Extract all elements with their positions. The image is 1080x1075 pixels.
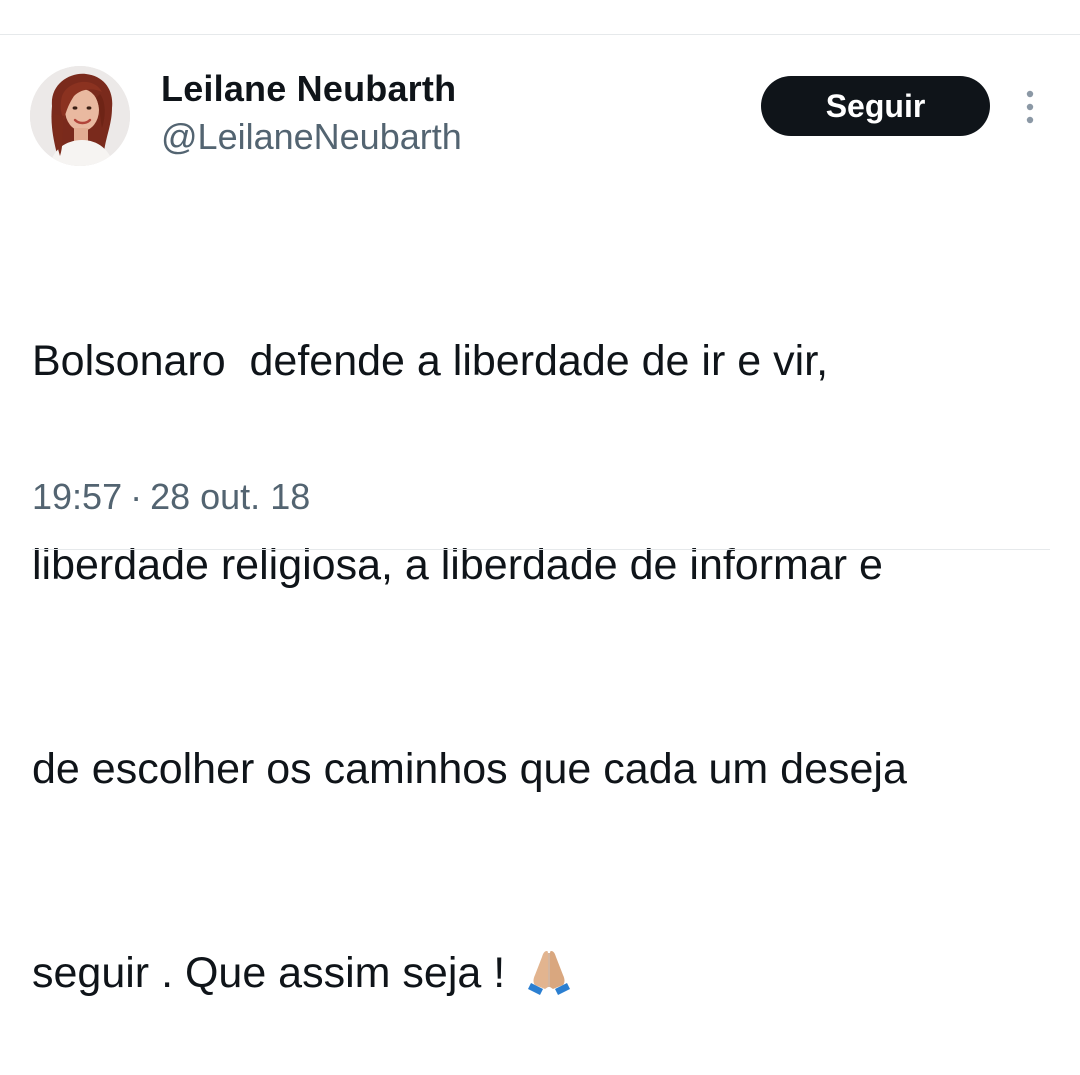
avatar[interactable] [30,66,130,166]
tweet-date: 28 out. 18 [150,476,311,517]
more-vertical-icon [1026,90,1034,124]
tweet-line-last: seguir . Que assim seja ! [32,939,1052,1007]
timestamp-separator: · [130,476,143,517]
tweet-line: Bolsonaro defende a liberdade de ir e vi… [32,337,829,385]
top-divider [0,34,1080,35]
more-options-button[interactable] [1016,88,1044,126]
bottom-divider [32,549,1050,550]
folded-hands-emoji-icon [523,945,575,997]
author-handle[interactable]: @LeilaneNeubarth [161,116,462,158]
tweet-line-text: seguir . Que assim seja ! [32,949,518,997]
author-display-name[interactable]: Leilane Neubarth [161,68,456,110]
tweet-text: Bolsonaro defende a liberdade de ir e vi… [32,191,1052,1075]
tweet-time: 19:57 [32,476,123,517]
follow-button[interactable]: Seguir [761,76,990,136]
tweet-line: liberdade religiosa, a liberdade de info… [32,541,883,589]
tweet-timestamp[interactable]: 19:57 · 28 out. 18 [32,476,310,518]
tweet-line: de escolher os caminhos que cada um dese… [32,745,907,793]
profile-photo [30,66,130,166]
